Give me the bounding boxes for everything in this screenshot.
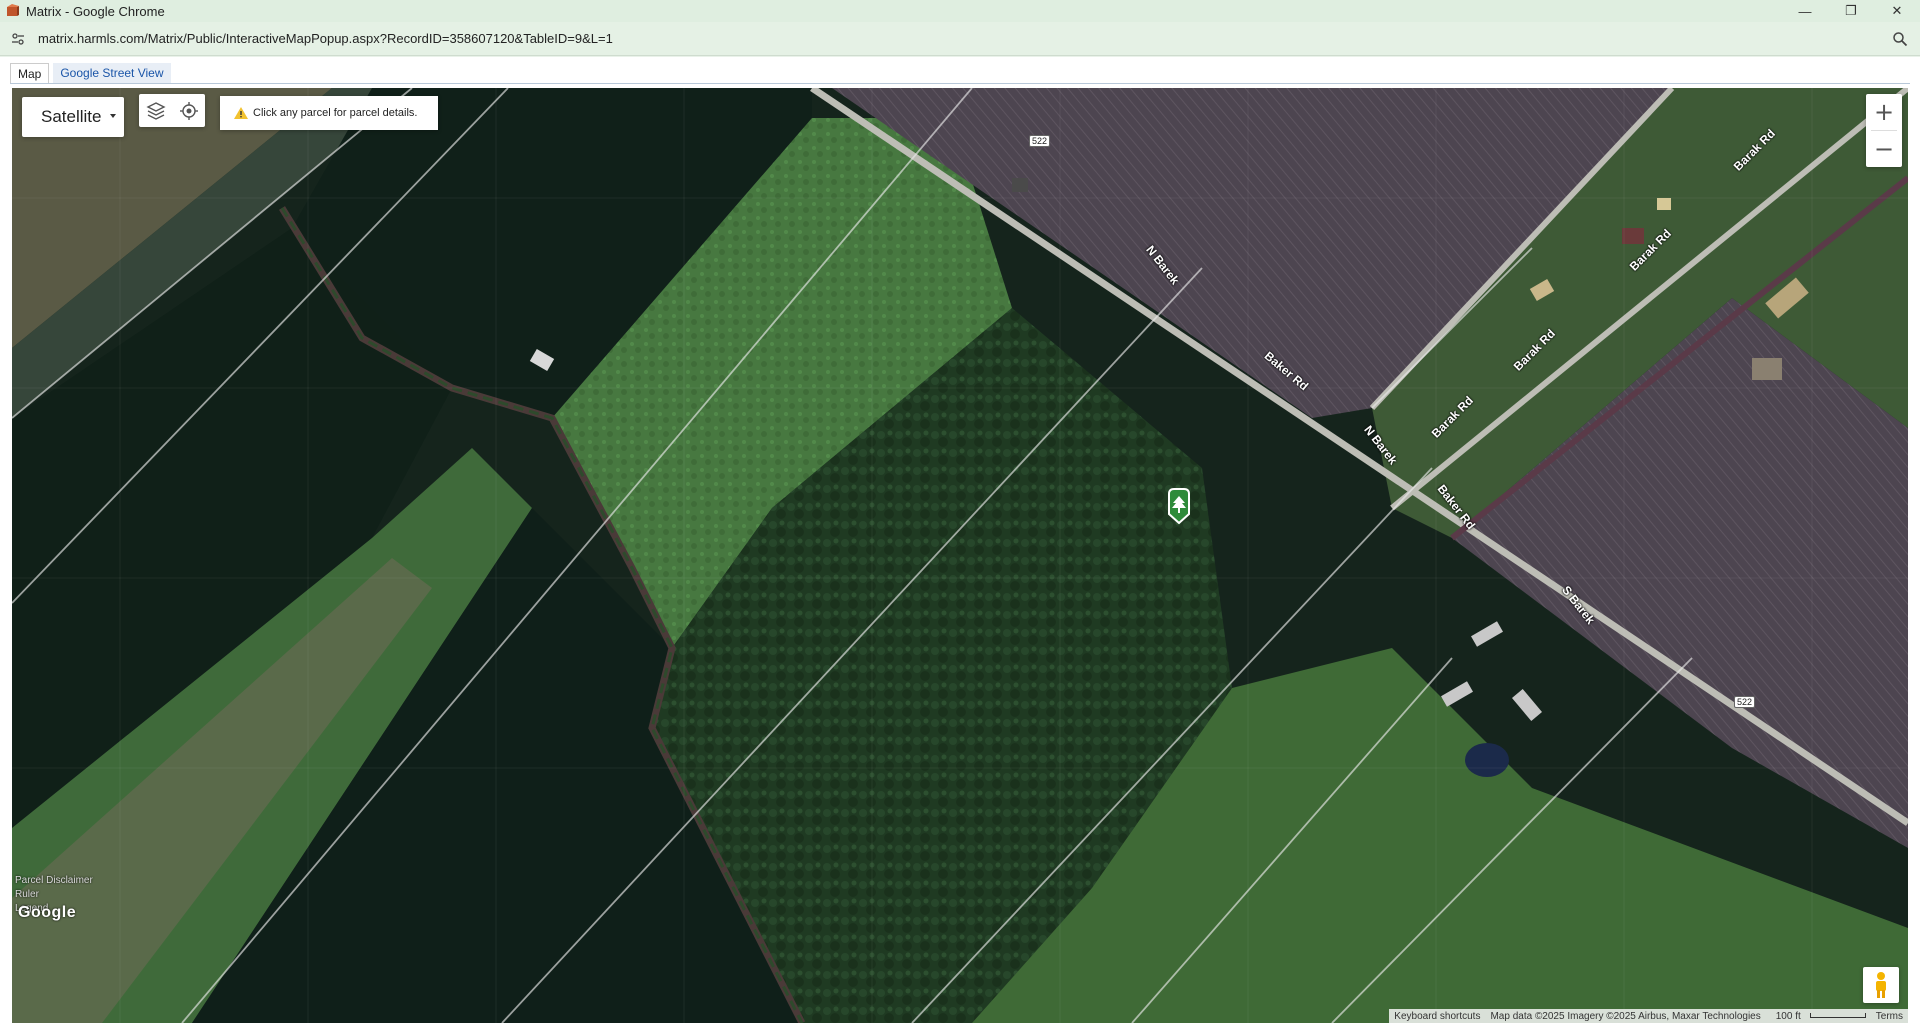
close-button[interactable]: ✕ — [1874, 0, 1920, 22]
warning-icon — [234, 107, 248, 119]
browser-titlebar: Matrix - Google Chrome — ❐ ✕ — [0, 0, 1920, 22]
google-logo: Google — [18, 904, 77, 921]
zoom-in-button[interactable]: + — [1866, 94, 1902, 130]
app-icon — [7, 4, 19, 16]
satellite-imagery — [12, 88, 1908, 1023]
layers-icon — [145, 101, 166, 120]
address-bar[interactable]: matrix.harmls.com/Matrix/Public/Interact… — [0, 22, 1920, 56]
map-data-attribution: Map data ©2025 Imagery ©2025 Airbus, Max… — [1490, 1010, 1761, 1022]
keyboard-shortcuts-link[interactable]: Keyboard shortcuts — [1389, 1011, 1485, 1022]
zoom-magnifier-icon[interactable] — [1892, 31, 1908, 47]
site-settings-icon[interactable] — [10, 31, 26, 47]
window-controls: — ❐ ✕ — [1782, 0, 1920, 22]
scale-indicator[interactable]: 100 ft — [1766, 1011, 1871, 1022]
minimize-button[interactable]: — — [1782, 0, 1828, 22]
map-type-label: Satellite — [41, 107, 102, 126]
tab-divider — [10, 83, 1910, 84]
map-attribution: Keyboard shortcuts Map data ©2025 Imager… — [1389, 1009, 1908, 1023]
property-marker-icon[interactable] — [1164, 488, 1194, 524]
info-message-text: Click any parcel for parcel details. — [253, 107, 418, 119]
zoom-control: + − — [1866, 94, 1902, 167]
locate-button[interactable] — [177, 99, 201, 123]
terms-link[interactable]: Terms — [1871, 1011, 1908, 1022]
restore-button[interactable]: ❐ — [1828, 0, 1874, 22]
map-type-selector[interactable]: Satellite — [22, 97, 124, 137]
map-canvas[interactable]: N Barek Baker Rd N Barek Baker Rd S Bare… — [12, 88, 1908, 1023]
url-text[interactable]: matrix.harmls.com/Matrix/Public/Interact… — [38, 31, 613, 46]
chevron-down-icon — [110, 114, 116, 118]
tab-street-view[interactable]: Google Street View — [53, 63, 171, 84]
scale-bar — [1809, 1013, 1866, 1019]
page-content: Map Google Street View N Barek Baker Rd … — [0, 57, 1920, 1029]
map-tools — [139, 94, 205, 127]
pegman-icon — [1876, 972, 1886, 998]
street-view-pegman-button[interactable] — [1863, 967, 1899, 1003]
zoom-out-button[interactable]: − — [1866, 131, 1902, 167]
highway-shield-522: 522 — [1029, 135, 1051, 147]
scale-label: 100 ft — [1775, 1010, 1801, 1022]
ruler-link[interactable]: Ruler — [15, 888, 93, 902]
tab-map[interactable]: Map — [10, 63, 50, 84]
layers-button[interactable] — [144, 99, 168, 123]
parcel-disclaimer-link[interactable]: Parcel Disclaimer — [15, 874, 93, 888]
parcel-info-message: Click any parcel for parcel details. — [220, 96, 438, 130]
map-tabs: Map Google Street View — [10, 63, 171, 84]
highway-shield-522-lower: 522 — [1734, 696, 1756, 708]
window-title: Matrix - Google Chrome — [26, 3, 165, 19]
locate-icon — [179, 101, 198, 120]
